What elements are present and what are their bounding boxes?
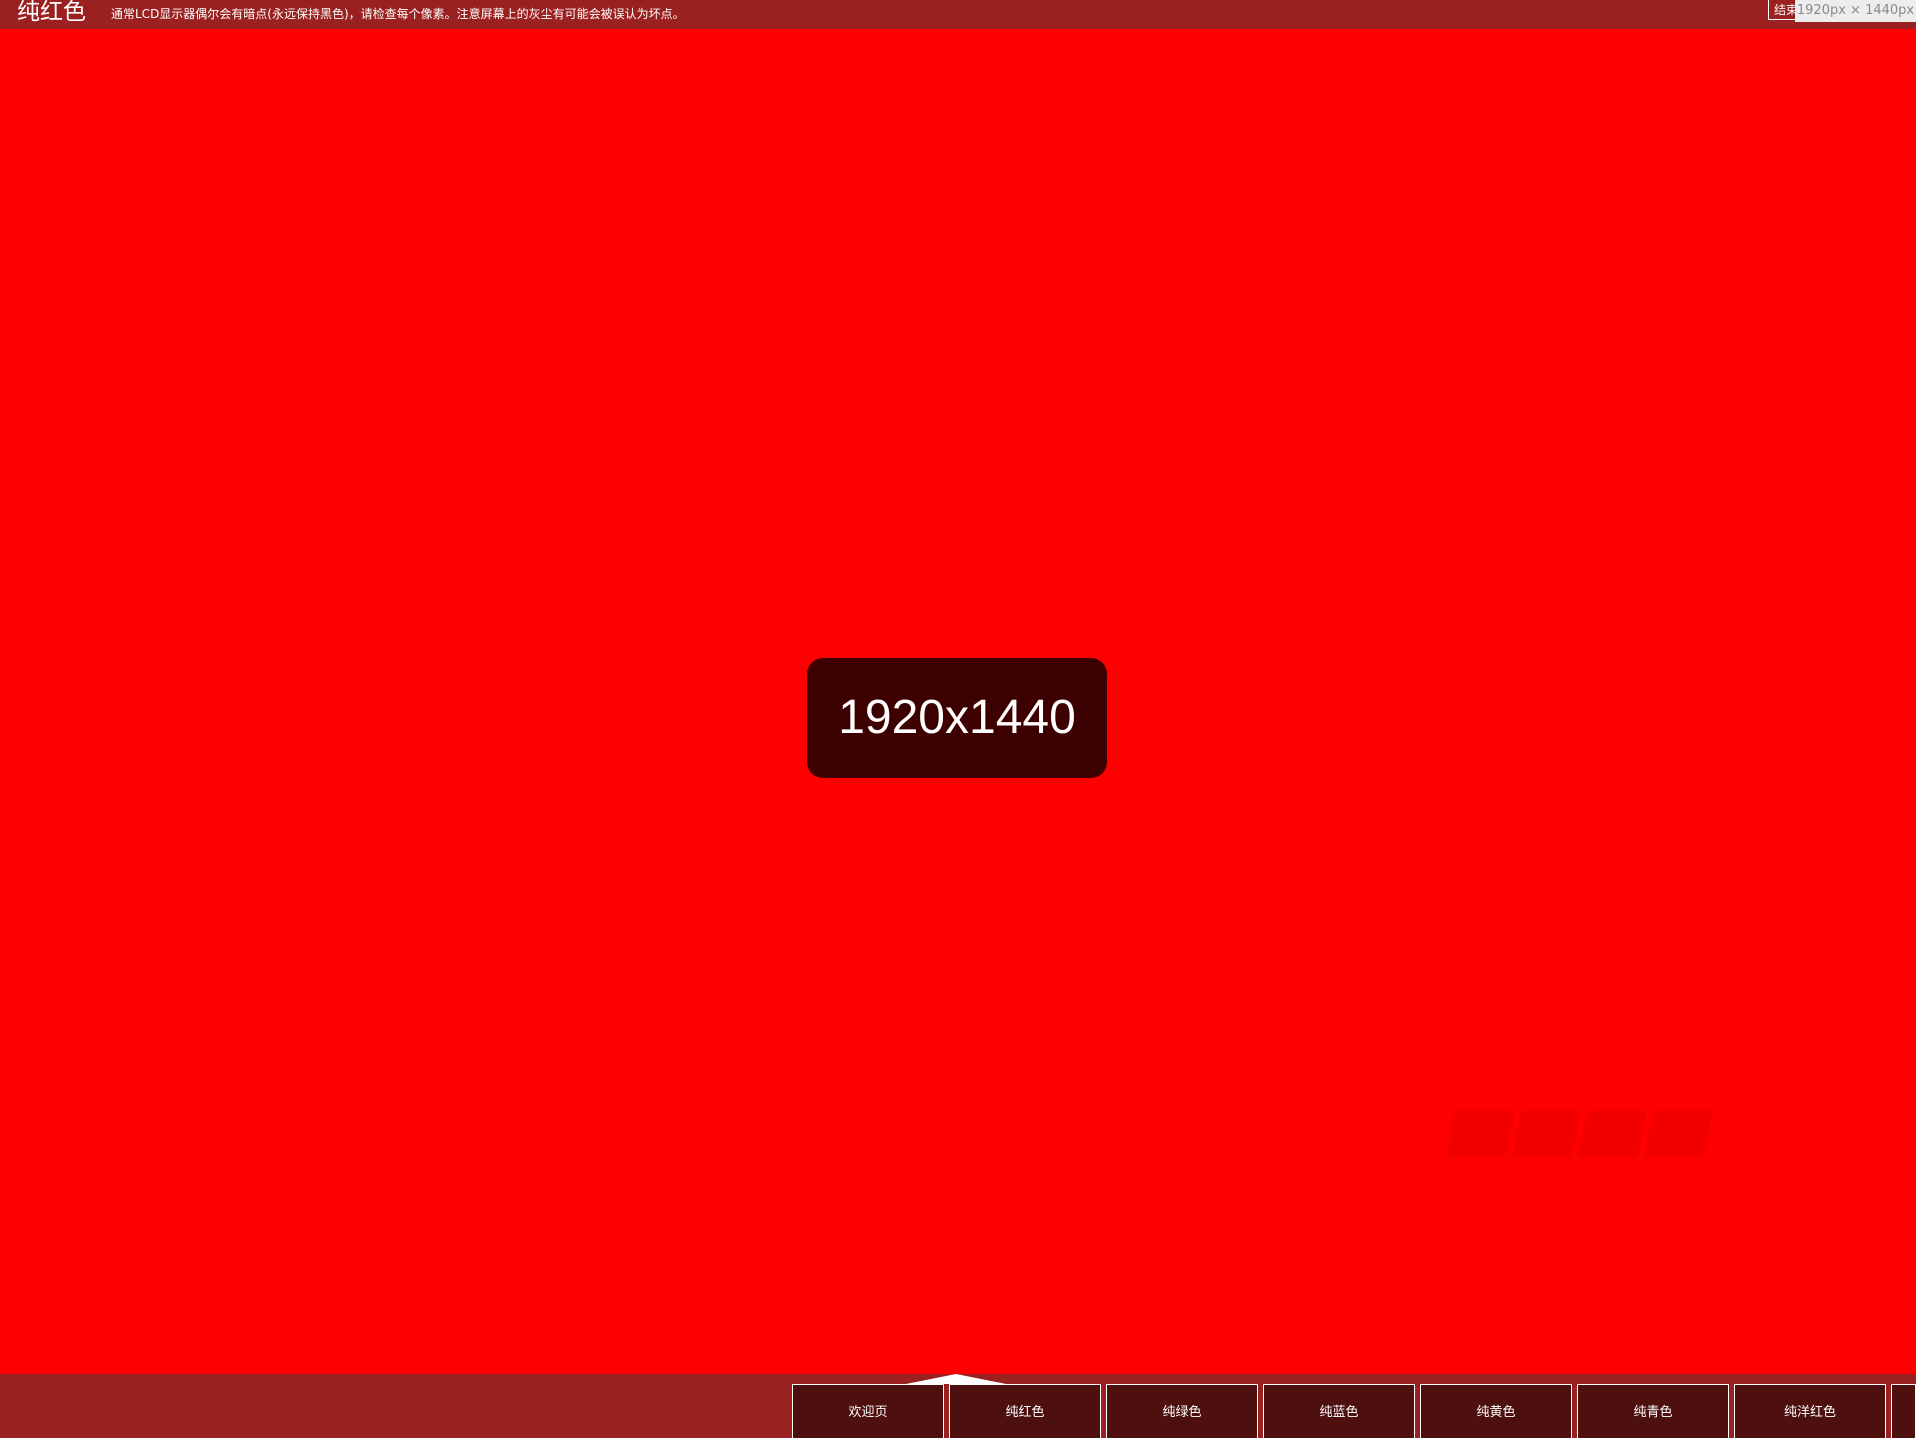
watermark-glyph bbox=[1643, 1110, 1714, 1158]
top-bar: 纯红色 通常LCD显示器偶尔会有暗点(永远保持黑色)，请检查每个像素。注意屏幕上… bbox=[0, 0, 1916, 29]
tab-pure-cyan[interactable]: 纯青色 bbox=[1577, 1384, 1729, 1438]
watermark-glyph bbox=[1577, 1110, 1648, 1158]
watermark-logo bbox=[1444, 1110, 1730, 1162]
active-tab-indicator bbox=[906, 1374, 1006, 1384]
page-title: 纯红色 bbox=[17, 0, 86, 25]
tab-welcome[interactable]: 欢迎页 bbox=[792, 1384, 944, 1438]
watermark-glyph bbox=[1445, 1110, 1516, 1158]
dead-pixel-notice: 通常LCD显示器偶尔会有暗点(永远保持黑色)，请检查每个像素。注意屏幕上的灰尘有… bbox=[111, 7, 685, 21]
resolution-badge: 1920x1440 bbox=[807, 658, 1107, 778]
tab-pure-green[interactable]: 纯绿色 bbox=[1106, 1384, 1258, 1438]
tab-pure-red[interactable]: 纯红色 bbox=[949, 1384, 1101, 1438]
screen-size-readout: 1920px × 1440px bbox=[1795, 0, 1916, 22]
tab-pure-yellow[interactable]: 纯黄色 bbox=[1420, 1384, 1572, 1438]
tab-pure-blue[interactable]: 纯蓝色 bbox=[1263, 1384, 1415, 1438]
tab-next-partial[interactable] bbox=[1891, 1384, 1916, 1438]
screen-test-page: 纯红色 通常LCD显示器偶尔会有暗点(永远保持黑色)，请检查每个像素。注意屏幕上… bbox=[0, 0, 1916, 1438]
watermark-glyph bbox=[1511, 1110, 1582, 1158]
tab-pure-magenta[interactable]: 纯洋红色 bbox=[1734, 1384, 1886, 1438]
